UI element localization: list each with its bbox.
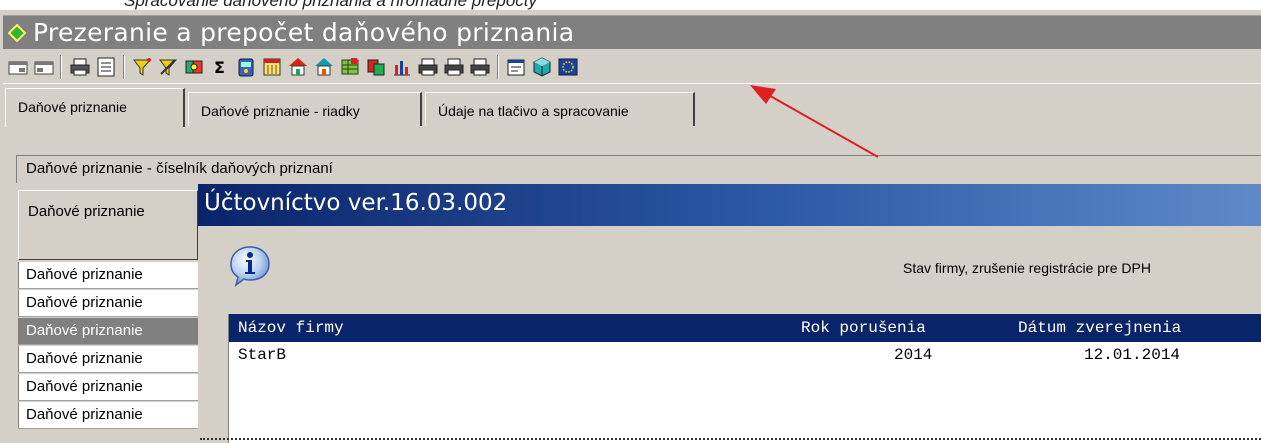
chart-icon[interactable] bbox=[391, 56, 413, 78]
tab-label: Údaje na tlačivo a spracovanie bbox=[438, 103, 629, 119]
search-icon[interactable] bbox=[183, 56, 205, 78]
list-item-selected[interactable]: Daňové priznanie bbox=[18, 318, 198, 345]
list-item[interactable]: Daňové priznanie bbox=[18, 262, 198, 289]
window-title: Prezeranie a prepočet daňového priznania bbox=[33, 18, 575, 47]
column-header-datum-zverejnenia[interactable]: Dátum zverejnenia bbox=[1018, 319, 1181, 337]
screenshot: Spracovanie daňového priznania a hromadn… bbox=[0, 0, 1261, 443]
dotted-divider bbox=[200, 438, 1261, 443]
message-dialog: Účtovníctvo ver.16.03.002 Stav firmy, zr… bbox=[198, 184, 1261, 443]
dialog-message: Stav firmy, zrušenie registrácie pre DPH bbox=[903, 260, 1151, 276]
printer-icon-1[interactable] bbox=[417, 56, 439, 78]
printer-icon-3[interactable] bbox=[469, 56, 491, 78]
tab-danove-priznanie-riadky[interactable]: Daňové priznanie - riadky bbox=[188, 92, 422, 126]
filter-icon[interactable] bbox=[131, 56, 153, 78]
list-item-label: Daňové priznanie bbox=[26, 350, 143, 367]
tab-label: Daňové priznanie bbox=[18, 99, 127, 115]
list-item-label: Daňové priznanie bbox=[26, 294, 143, 311]
tab-udaje-na-tlacivo[interactable]: Údaje na tlačivo a spracovanie bbox=[425, 92, 695, 126]
house-up-icon[interactable] bbox=[313, 56, 335, 78]
list-item[interactable]: Daňové priznanie bbox=[18, 346, 198, 373]
panel-caption-text: Daňové priznanie - číselník daňových pri… bbox=[26, 160, 333, 177]
priznanie-list: Daňové priznanie Daňové priznanie Daňové… bbox=[18, 190, 198, 443]
properties-icon[interactable] bbox=[505, 56, 527, 78]
tab-strip: Daňové priznanie Daňové priznanie - riad… bbox=[3, 86, 1261, 127]
cell-firm-name[interactable]: StarB bbox=[238, 346, 286, 364]
toolbar-separator bbox=[123, 55, 125, 79]
list-item[interactable]: Daňové priznanie bbox=[18, 402, 198, 429]
list-item-label: Daňové priznanie bbox=[26, 378, 143, 395]
window-cascade-icon[interactable] bbox=[33, 56, 55, 78]
eu-flag-icon[interactable] bbox=[557, 56, 579, 78]
toolbar-separator bbox=[60, 55, 62, 79]
list-column-header-label: Daňové priznanie bbox=[28, 203, 145, 220]
caption-fragment: Spracovanie daňového priznania a hromadn… bbox=[0, 0, 1261, 10]
house-icon[interactable] bbox=[287, 56, 309, 78]
firm-status-table: Názov firmy Rok porušenia Dátum zverejne… bbox=[228, 314, 1261, 443]
list-item[interactable]: Daňové priznanie bbox=[18, 290, 198, 317]
copy-icon[interactable] bbox=[365, 56, 387, 78]
sum-icon[interactable]: Σ bbox=[209, 56, 231, 78]
recycle-icon[interactable] bbox=[235, 56, 257, 78]
panel-caption: Daňové priznanie - číselník daňových pri… bbox=[16, 155, 1261, 183]
caption-fragment-text: Spracovanie daňového priznania a hromadn… bbox=[124, 0, 537, 10]
window-titlebar[interactable]: Prezeranie a prepočet daňového priznania bbox=[3, 15, 1261, 49]
cell-date[interactable]: 12.01.2014 bbox=[1084, 346, 1180, 364]
cube-icon[interactable] bbox=[531, 56, 553, 78]
table-header: Názov firmy Rok porušenia Dátum zverejne… bbox=[229, 314, 1261, 342]
toolbar: Σ bbox=[3, 50, 1261, 84]
column-header-nazov-firmy[interactable]: Názov firmy bbox=[238, 319, 344, 337]
grid-settings-icon[interactable] bbox=[339, 56, 361, 78]
dialog-titlebar[interactable]: Účtovníctvo ver.16.03.002 bbox=[198, 184, 1261, 226]
info-icon bbox=[230, 246, 270, 287]
list-item-label: Daňové priznanie bbox=[26, 266, 143, 283]
list-column-header[interactable]: Daňové priznanie bbox=[18, 190, 198, 260]
list-item-label: Daňové priznanie bbox=[26, 406, 143, 423]
list-item[interactable]: Daňové priznanie bbox=[18, 374, 198, 401]
toolbar-separator bbox=[497, 55, 499, 79]
cell-year[interactable]: 2014 bbox=[894, 346, 932, 364]
window-tile-icon[interactable] bbox=[7, 56, 29, 78]
print-icon[interactable] bbox=[69, 56, 91, 78]
dialog-title: Účtovníctvo ver.16.03.002 bbox=[204, 190, 508, 216]
list-item-label: Daňové priznanie bbox=[26, 322, 143, 339]
tab-danove-priznanie[interactable]: Daňové priznanie bbox=[5, 88, 185, 127]
clear-filter-icon[interactable] bbox=[157, 56, 179, 78]
green-diamond-icon bbox=[8, 24, 26, 42]
tab-label: Daňové priznanie - riadky bbox=[201, 103, 360, 119]
svg-text:Σ: Σ bbox=[214, 58, 225, 77]
printer-icon-2[interactable] bbox=[443, 56, 465, 78]
calendar-icon[interactable] bbox=[261, 56, 283, 78]
column-header-rok-porusenia[interactable]: Rok porušenia bbox=[801, 319, 926, 337]
print-preview-icon[interactable] bbox=[95, 56, 117, 78]
